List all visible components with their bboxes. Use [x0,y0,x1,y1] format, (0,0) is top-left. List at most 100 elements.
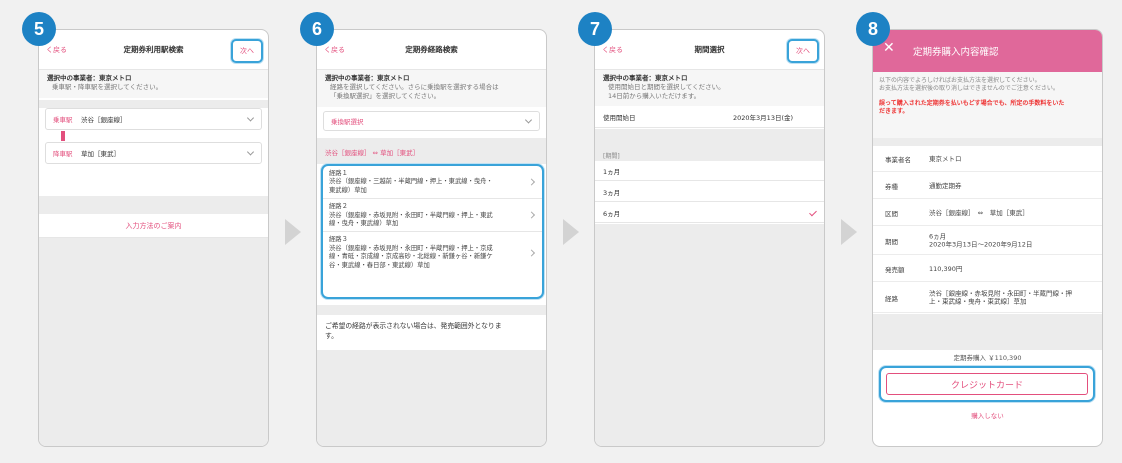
spacer: [期間] [595,129,824,161]
route-line: 線・曳舟・東武線）草加 [329,220,399,228]
next-button[interactable]: 次へ [231,39,263,63]
route-name: 経路３ [329,236,348,244]
arrow-right-icon [285,219,301,245]
route-option-3[interactable]: 経路３ 渋谷（銀座線・赤坂見附・永田町・半蔵門線・押上・京成 線・青砥・京成線・… [323,232,542,273]
route-line: 線・青砥・京成線・京成高砂・北総線・新鎌ヶ谷・新鎌ケ [329,253,493,261]
phone-screen-purchase-confirm: ✕ 定期券購入内容確認 以下の内容でよろしければお支払方法を選択してください。 … [872,29,1103,447]
input-guide-link[interactable]: 入力方法のご案内 [39,214,268,238]
detail-value: 渋谷［銀座線・赤坂見附・永田町・半蔵門線・押 上・東武線・曳舟・東武線］草加 [929,289,1094,306]
total-amount: 定期券購入 ￥110,390 [953,354,1022,362]
operator-text: 選択中の事業者：東京メトロ [603,74,688,82]
instruction-text-2: 14日前から購入いただけます。 [608,92,701,100]
page-title: 定期券経路検索 [405,45,458,54]
alighting-value: 草加［東武］ [81,150,120,158]
background-area [317,350,546,446]
route-line: 谷・東武線・春日部・東武線）草加 [329,261,430,269]
page-title: 定期券購入内容確認 [913,47,999,58]
page-title: 定期券利用駅検索 [123,45,184,54]
detail-value-line-2: 上・東武線・曳舟・東武線］草加 [929,297,1027,306]
detail-value: 6ヵ月 2020年3月13日〜2020年9月12日 [929,232,1094,249]
spacer [39,196,268,214]
next-button[interactable]: 次へ [787,39,819,63]
instruction-text: 経路を選択してください。さらに乗換駅を選択する場合は [330,83,499,91]
step-badge-8: 8 [856,12,890,46]
detail-key: 経路 [885,294,898,303]
start-date-value: 2020年3月13日(金) [733,113,794,122]
detail-row-type: 券種 通勤定期券 [873,173,1102,199]
info-panel: 選択中の事業者：東京メトロ 乗車駅・降車駅を選択してください。 [39,70,268,98]
route-line: 渋谷（銀座線・赤坂見附・永田町・半蔵門線・押上・東武 [329,211,493,219]
phone-screen-station-search: く戻る 定期券利用駅検索 次へ 選択中の事業者：東京メトロ 乗車駅・降車駅を選択… [38,29,269,447]
detail-row-section: 区間 渋谷［銀座線］ ⇔ 草加［東武］ [873,200,1102,226]
detail-row-period: 期間 6ヵ月 2020年3月13日〜2020年9月12日 [873,227,1102,255]
route-option-1[interactable]: 経路１ 渋谷（銀座線・三越前・半蔵門線・押上・東武線・曳舟・ 東武線）草加 [323,166,542,200]
route-name: 経路２ [329,203,348,211]
start-date-label: 使用開始日 [603,113,636,122]
credit-card-button[interactable]: クレジットカード [886,373,1088,395]
detail-value: 渋谷［銀座線］ ⇔ 草加［東武］ [929,208,1029,217]
chevron-down-icon [524,116,533,124]
background-area [595,224,824,446]
instruction-text: 使用開始日と期間を選択してください。 [608,83,725,91]
detail-key: 発売額 [885,265,905,274]
period-label: 6ヵ月 [603,209,621,218]
header: ✕ 定期券購入内容確認 [873,30,1102,72]
detail-key: 事業者名 [885,155,911,164]
period-label: 1ヵ月 [603,167,621,176]
close-icon[interactable]: ✕ [883,40,895,56]
detail-value: 東京メトロ [929,154,962,163]
chevron-down-icon [246,148,255,156]
period-option-3[interactable]: 3ヵ月 [595,182,824,202]
phone-screen-route-search: く戻る 定期券経路検索 選択中の事業者：東京メトロ 経路を選択してください。さら… [316,29,547,447]
phone-screen-period-select: く戻る 期間選択 次へ 選択中の事業者：東京メトロ 使用開始日と期間を選択してく… [594,29,825,447]
detail-row-operator: 事業者名 東京メトロ [873,146,1102,172]
warning-text: 誤って購入された定期券を払いもどす場合でも、所定の手数料をいた [879,100,1065,107]
intro-text: 以下の内容でよろしければお支払方法を選択してください。 [879,77,1041,84]
step-badge-6: 6 [300,12,334,46]
note-text: ご希望の経路が表示されない場合は、発売範囲外となりま [325,322,502,330]
chevron-down-icon [246,114,255,122]
page-title: 期間選択 [694,45,725,54]
checkmark-icon [809,208,817,217]
period-option-6[interactable]: 6ヵ月 [595,203,824,223]
credit-card-highlight: クレジットカード [879,366,1095,402]
back-button[interactable]: く戻る [324,45,345,55]
start-date-row[interactable]: 使用開始日 2020年3月13日(金) [595,106,824,128]
chevron-right-icon [527,249,536,257]
header: く戻る 定期券利用駅検索 次へ [39,30,268,70]
route-option-2[interactable]: 経路２ 渋谷（銀座線・赤坂見附・永田町・半蔵門線・押上・東武 線・曳舟・東武線）… [323,199,542,233]
boarding-label: 乗車駅 [53,116,73,124]
od-panel: 渋谷［銀座線］ ⇔ 草加［東武］ [317,138,546,164]
boarding-value: 渋谷［銀座線］ [81,116,127,124]
back-button[interactable]: く戻る [602,45,623,55]
route-note: ご希望の経路が表示されない場合は、発売範囲外となりま す。 [317,315,546,350]
spacer [317,305,546,315]
warning-text-2: だきます。 [879,108,909,115]
transfer-station-select[interactable]: 乗換駅選択 [323,111,540,131]
route-list: 経路１ 渋谷（銀座線・三越前・半蔵門線・押上・東武線・曳舟・ 東武線）草加 経路… [321,164,544,299]
arrow-right-icon [563,219,579,245]
back-button[interactable]: く戻る [46,45,67,55]
intro-text-2: お支払方法を選択後の取り消しはできませんのでご注意ください。 [879,85,1059,92]
detail-key: 区間 [885,209,898,218]
operator-text: 選択中の事業者：東京メトロ [325,74,410,82]
period-option-1[interactable]: 1ヵ月 [595,161,824,181]
origin-destination: 渋谷［銀座線］ ⇔ 草加［東武］ [325,149,420,157]
alighting-station-select[interactable]: 降車駅 草加［東武］ [45,142,262,164]
period-label: 3ヵ月 [603,188,621,197]
spacer [873,138,1102,146]
cancel-purchase-link[interactable]: 購入しない [873,410,1102,420]
info-panel: 選択中の事業者：東京メトロ 経路を選択してください。さらに乗換駅を選択する場合は… [317,70,546,107]
header: く戻る 定期券経路検索 [317,30,546,70]
detail-value-line-2: 2020年3月13日〜2020年9月12日 [929,240,1033,249]
spacer [39,100,268,108]
boarding-station-select[interactable]: 乗車駅 渋谷［銀座線］ [45,108,262,130]
route-connector [61,131,65,141]
arrow-right-icon [841,219,857,245]
detail-value-line: 渋谷［銀座線・赤坂見附・永田町・半蔵門線・押 [929,289,1072,297]
operator-text: 選択中の事業者：東京メトロ [47,74,132,82]
detail-row-price: 発売額 110,390円 [873,256,1102,282]
detail-key: 券種 [885,182,898,191]
spacer [873,314,1102,350]
step-badge-7: 7 [578,12,612,46]
